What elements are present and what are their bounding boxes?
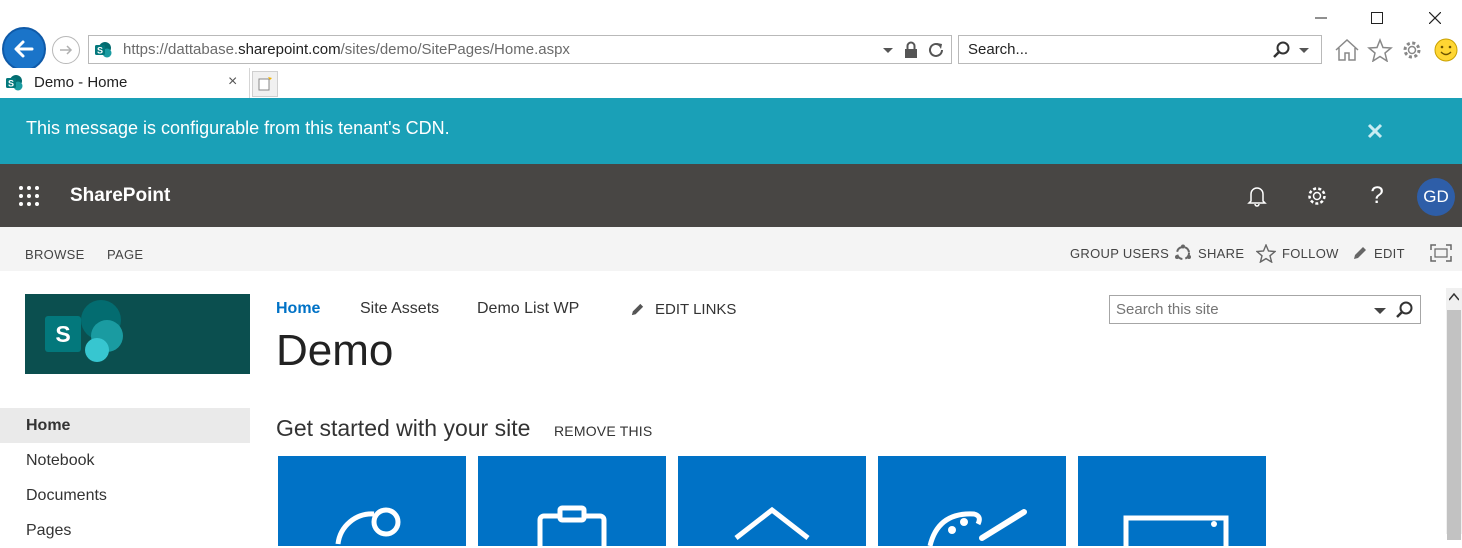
sharepoint-favicon-icon: S: [94, 41, 112, 59]
arrow-left-icon: [14, 40, 34, 58]
site-logo[interactable]: S: [25, 294, 250, 374]
edit-label: EDIT: [1374, 245, 1405, 261]
tab-title: Demo - Home: [34, 74, 128, 91]
suite-bar: SharePoint ? GD: [0, 164, 1462, 227]
tab-close-icon[interactable]: ×: [228, 73, 237, 91]
brand-screen-icon: [1123, 515, 1229, 546]
new-tab-icon: [258, 77, 272, 91]
home-icon[interactable]: [1334, 38, 1360, 62]
search-scope-dropdown-icon[interactable]: [1374, 306, 1386, 316]
tile-your-site-your-brand[interactable]: [1078, 456, 1266, 546]
sharepoint-favicon-icon: S: [5, 74, 23, 92]
browser-chrome: S https://dattabase.sharepoint.com/sites…: [0, 0, 1462, 98]
edit-links-label: EDIT LINKS: [655, 301, 737, 318]
left-nav-item-home[interactable]: Home: [0, 408, 250, 443]
ribbon-tab-browse[interactable]: BROWSE: [25, 247, 85, 262]
tile-working-on-deadline[interactable]: [478, 456, 666, 546]
pencil-icon: [631, 303, 644, 316]
tile-add-lists-libraries[interactable]: [678, 456, 866, 546]
site-title: Demo: [276, 326, 394, 375]
forward-button[interactable]: [52, 36, 80, 64]
group-users-button[interactable]: GROUP USERS: [1070, 243, 1169, 263]
maximize-icon: [1371, 12, 1383, 24]
address-bar[interactable]: S https://dattabase.sharepoint.com/sites…: [88, 35, 952, 64]
tile-what-is-your-style[interactable]: [878, 456, 1066, 546]
scroll-up-icon[interactable]: [1449, 293, 1459, 301]
refresh-icon[interactable]: [927, 41, 945, 59]
message-text: This message is configurable from this t…: [26, 118, 450, 138]
left-navigation: Home Notebook Documents Pages: [0, 408, 250, 548]
url-dropdown-icon[interactable]: [883, 45, 893, 55]
share-icon: [1175, 244, 1191, 260]
share-site-icon: [335, 507, 401, 545]
follow-label: FOLLOW: [1282, 245, 1339, 261]
topnav-site-assets[interactable]: Site Assets: [360, 300, 439, 318]
minimize-icon: [1315, 17, 1327, 19]
app-launcher-icon[interactable]: [18, 185, 40, 207]
back-button[interactable]: [2, 27, 46, 71]
star-icon: [1256, 243, 1276, 263]
browser-search-bar[interactable]: Search...: [958, 35, 1322, 64]
focus-on-content-button[interactable]: [1430, 243, 1458, 263]
sharepoint-brand[interactable]: SharePoint: [70, 185, 170, 207]
user-avatar[interactable]: GD: [1417, 178, 1455, 216]
dismiss-message-icon[interactable]: [1366, 122, 1384, 140]
tenant-message-bar: This message is configurable from this t…: [0, 98, 1462, 164]
page-scrollbar[interactable]: [1446, 288, 1462, 540]
pencil-icon: [1354, 247, 1366, 259]
scroll-thumb[interactable]: [1447, 310, 1461, 540]
sharepoint-logo-icon: S: [45, 300, 123, 362]
search-dropdown-icon[interactable]: [1299, 46, 1309, 56]
svg-text:S: S: [8, 79, 14, 89]
maximize-button[interactable]: [1354, 6, 1400, 30]
feedback-smiley-icon[interactable]: [1433, 37, 1459, 63]
tile-share-site[interactable]: [278, 456, 466, 546]
palette-icon: [927, 509, 1027, 546]
group-users-label: GROUP USERS: [1070, 245, 1170, 261]
settings-gear-icon[interactable]: [1302, 181, 1332, 211]
site-search-box[interactable]: [1109, 295, 1421, 324]
minimize-button[interactable]: [1298, 6, 1344, 30]
browser-search-text[interactable]: Search...: [968, 41, 1028, 58]
edit-page-button[interactable]: EDIT: [1352, 243, 1405, 263]
share-button[interactable]: SHARE: [1174, 243, 1244, 263]
clipboard-icon: [537, 505, 607, 546]
lock-icon[interactable]: [903, 41, 919, 59]
ribbon: BROWSE PAGE GROUP USERS SHARE FOLLOW EDI…: [0, 227, 1462, 271]
left-nav-item-documents[interactable]: Documents: [0, 478, 250, 513]
tools-gear-icon[interactable]: [1399, 38, 1425, 62]
topnav-demo-list-wp[interactable]: Demo List WP: [477, 300, 579, 318]
house-icon: [734, 506, 810, 540]
left-nav-item-pages[interactable]: Pages: [0, 513, 250, 548]
svg-text:S: S: [55, 321, 70, 347]
arrow-right-icon: [60, 45, 73, 55]
search-icon[interactable]: [1396, 301, 1414, 319]
close-window-button[interactable]: [1412, 6, 1458, 30]
get-started-heading: Get started with your site: [276, 415, 531, 441]
new-tab-button[interactable]: [252, 71, 278, 97]
url-text: https://dattabase.sharepoint.com/sites/d…: [123, 41, 570, 58]
fullscreen-icon: [1430, 244, 1452, 262]
remove-this-link[interactable]: REMOVE THIS: [554, 423, 652, 439]
search-icon[interactable]: [1273, 41, 1291, 59]
edit-links-button[interactable]: EDIT LINKS: [630, 301, 736, 318]
favorites-star-icon[interactable]: [1367, 38, 1393, 62]
browser-tab[interactable]: S Demo - Home ×: [0, 68, 250, 98]
site-search-input[interactable]: [1116, 296, 1366, 323]
help-icon[interactable]: ?: [1362, 181, 1392, 211]
topnav-home[interactable]: Home: [276, 300, 320, 318]
follow-button[interactable]: FOLLOW: [1256, 243, 1339, 263]
ribbon-tab-page[interactable]: PAGE: [107, 247, 143, 262]
left-nav-item-notebook[interactable]: Notebook: [0, 443, 250, 478]
svg-text:S: S: [97, 46, 103, 56]
share-label: SHARE: [1198, 245, 1245, 261]
notifications-bell-icon[interactable]: [1242, 181, 1272, 211]
close-icon: [1429, 12, 1441, 24]
